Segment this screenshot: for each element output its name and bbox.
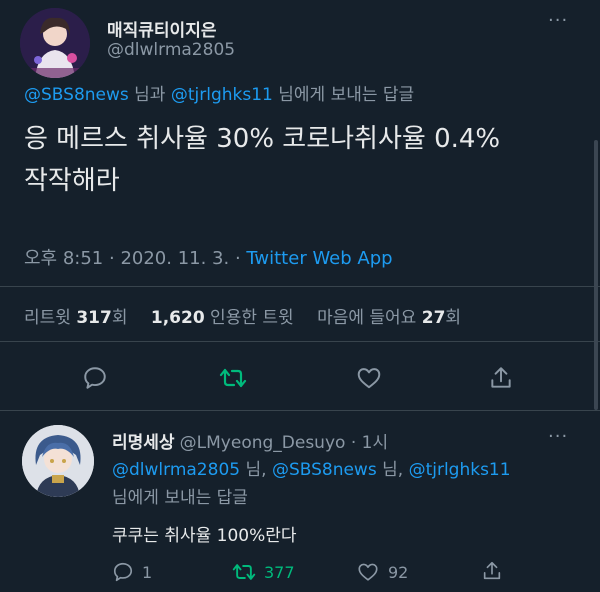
share-icon	[483, 561, 501, 580]
retweet-stat[interactable]: 리트윗 317회	[24, 308, 127, 328]
avatar[interactable]	[22, 425, 94, 497]
like-button[interactable]	[349, 358, 389, 398]
meta-separator: ·	[103, 248, 121, 269]
share-icon	[491, 367, 511, 388]
avatar-image	[20, 8, 90, 78]
reply-header: 리명세상 @LMyeong_Desuyo · 1시	[112, 428, 388, 453]
user-handle[interactable]: @dlwlrma2805	[107, 40, 235, 60]
like-icon	[358, 563, 378, 581]
like-button[interactable]: 92	[356, 561, 408, 583]
reply-connector: 님과	[128, 85, 171, 105]
like-count: 27	[421, 308, 446, 328]
reply-suffix: 님에게 보내는 답글	[112, 488, 248, 508]
tweet-source[interactable]: Twitter Web App	[246, 248, 392, 269]
more-icon[interactable]: ···	[548, 10, 568, 31]
like-icon	[357, 368, 381, 389]
like-label: 마음에 들어요	[317, 308, 422, 328]
reply-icon	[84, 367, 106, 389]
reply-text: 쿠쿠는 취사율 100%란다	[112, 526, 297, 546]
divider	[0, 286, 600, 287]
tweet-text-line: 응 메르스 취사율 30% 코로나취사율 0.4%	[24, 124, 501, 154]
reply-count: 1	[142, 562, 153, 582]
quote-stat[interactable]: 1,620 인용한 트윗	[151, 308, 294, 328]
quote-label: 인용한 트윗	[204, 308, 294, 328]
reply-icon	[113, 562, 133, 582]
tweet-meta: 오후 8:51 · 2020. 11. 3. · Twitter Web App	[24, 244, 393, 270]
retweet-label: 리트윗	[24, 308, 77, 328]
mention-link[interactable]: @SBS8news	[24, 85, 129, 105]
reply-suffix: 님에게 보내는 답글	[272, 85, 415, 105]
avatar[interactable]	[20, 8, 90, 78]
tweet-time[interactable]: 오후 8:51	[24, 248, 103, 269]
retweet-unit: 회	[111, 308, 128, 328]
reply-button[interactable]	[75, 358, 115, 398]
display-name[interactable]: 매직큐티이지은	[107, 16, 216, 41]
quote-count: 1,620	[150, 308, 205, 328]
retweet-icon	[232, 564, 256, 580]
mention-link[interactable]: @SBS8news	[272, 460, 377, 480]
like-count: 92	[388, 562, 409, 582]
retweet-count: 317	[76, 308, 112, 328]
mention-link[interactable]: @tjrlghks11	[409, 460, 511, 480]
tweet-stats: 리트윗 317회 1,620 인용한 트윗 마음에 들어요 27회	[24, 303, 461, 328]
like-unit: 회	[445, 308, 462, 328]
reply-to-line: @dlwlrma2805 님, @SBS8news 님, @tjrlghks11…	[112, 456, 511, 512]
user-handle[interactable]: @LMyeong_Desuyo	[180, 433, 346, 453]
display-name[interactable]: 리명세상	[112, 433, 175, 453]
scrollbar[interactable]	[594, 140, 598, 410]
mention-link[interactable]: @tjrlghks11	[171, 85, 273, 105]
retweet-icon	[219, 368, 247, 388]
avatar-image	[22, 425, 94, 497]
reply-to-line: @SBS8news 님과 @tjrlghks11 님에게 보내는 답글	[24, 80, 414, 105]
like-stat[interactable]: 마음에 들어요 27회	[317, 308, 461, 328]
reply-button[interactable]: 1	[112, 561, 152, 583]
tweet-date[interactable]: 2020. 11. 3.	[120, 248, 229, 269]
retweet-button[interactable]	[213, 358, 253, 398]
tweet-text: 응 메르스 취사율 30% 코로나취사율 0.4% 작작해라	[24, 118, 584, 202]
share-button[interactable]	[481, 560, 503, 582]
meta-separator: ·	[345, 433, 362, 453]
retweet-button[interactable]: 377	[232, 561, 295, 583]
reply-connector: 님,	[240, 460, 272, 480]
retweet-count: 377	[264, 562, 295, 582]
share-button[interactable]	[481, 358, 521, 398]
meta-separator: ·	[229, 248, 247, 269]
divider	[0, 410, 600, 411]
divider	[0, 341, 600, 342]
mention-link[interactable]: @dlwlrma2805	[112, 460, 240, 480]
more-icon[interactable]: ···	[548, 426, 568, 447]
reply-time[interactable]: 1시	[362, 433, 388, 453]
tweet-text-line: 작작해라	[24, 166, 120, 196]
reply-connector: 님,	[376, 460, 409, 480]
